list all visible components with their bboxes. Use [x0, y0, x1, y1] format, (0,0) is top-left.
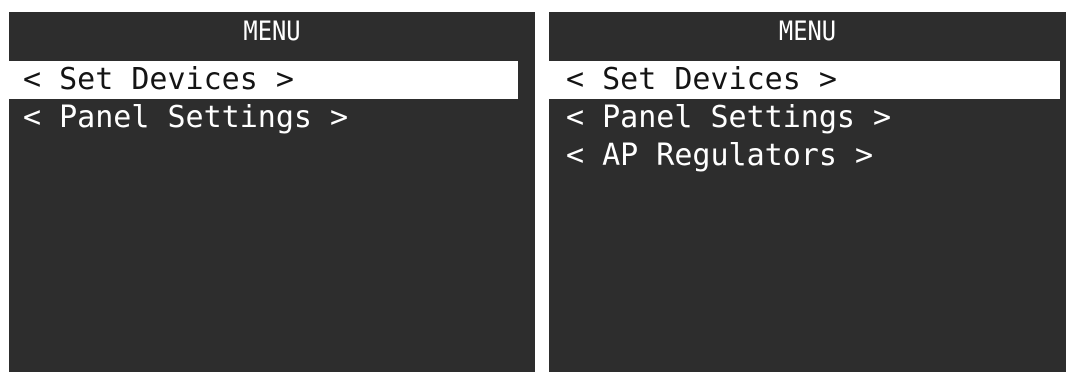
- menu-item-set-devices[interactable]: < Set Devices >: [549, 61, 1060, 99]
- menu-item-ap-regulators[interactable]: < AP Regulators >: [549, 137, 1066, 175]
- menu-title: MENU: [243, 16, 301, 47]
- screenshot-stage: MENU < Set Devices > < Panel Settings > …: [0, 0, 1066, 372]
- menu-screen-right: MENU < Set Devices > < Panel Settings > …: [549, 12, 1066, 372]
- menu-list: < Set Devices > < Panel Settings >: [9, 61, 535, 137]
- menu-item-panel-settings[interactable]: < Panel Settings >: [549, 99, 1066, 137]
- menu-list: < Set Devices > < Panel Settings > < AP …: [549, 61, 1066, 175]
- menu-item-panel-settings[interactable]: < Panel Settings >: [9, 99, 535, 137]
- menu-title: MENU: [778, 16, 837, 47]
- menu-screen-left: MENU < Set Devices > < Panel Settings >: [9, 12, 535, 372]
- menu-item-set-devices[interactable]: < Set Devices >: [9, 61, 518, 99]
